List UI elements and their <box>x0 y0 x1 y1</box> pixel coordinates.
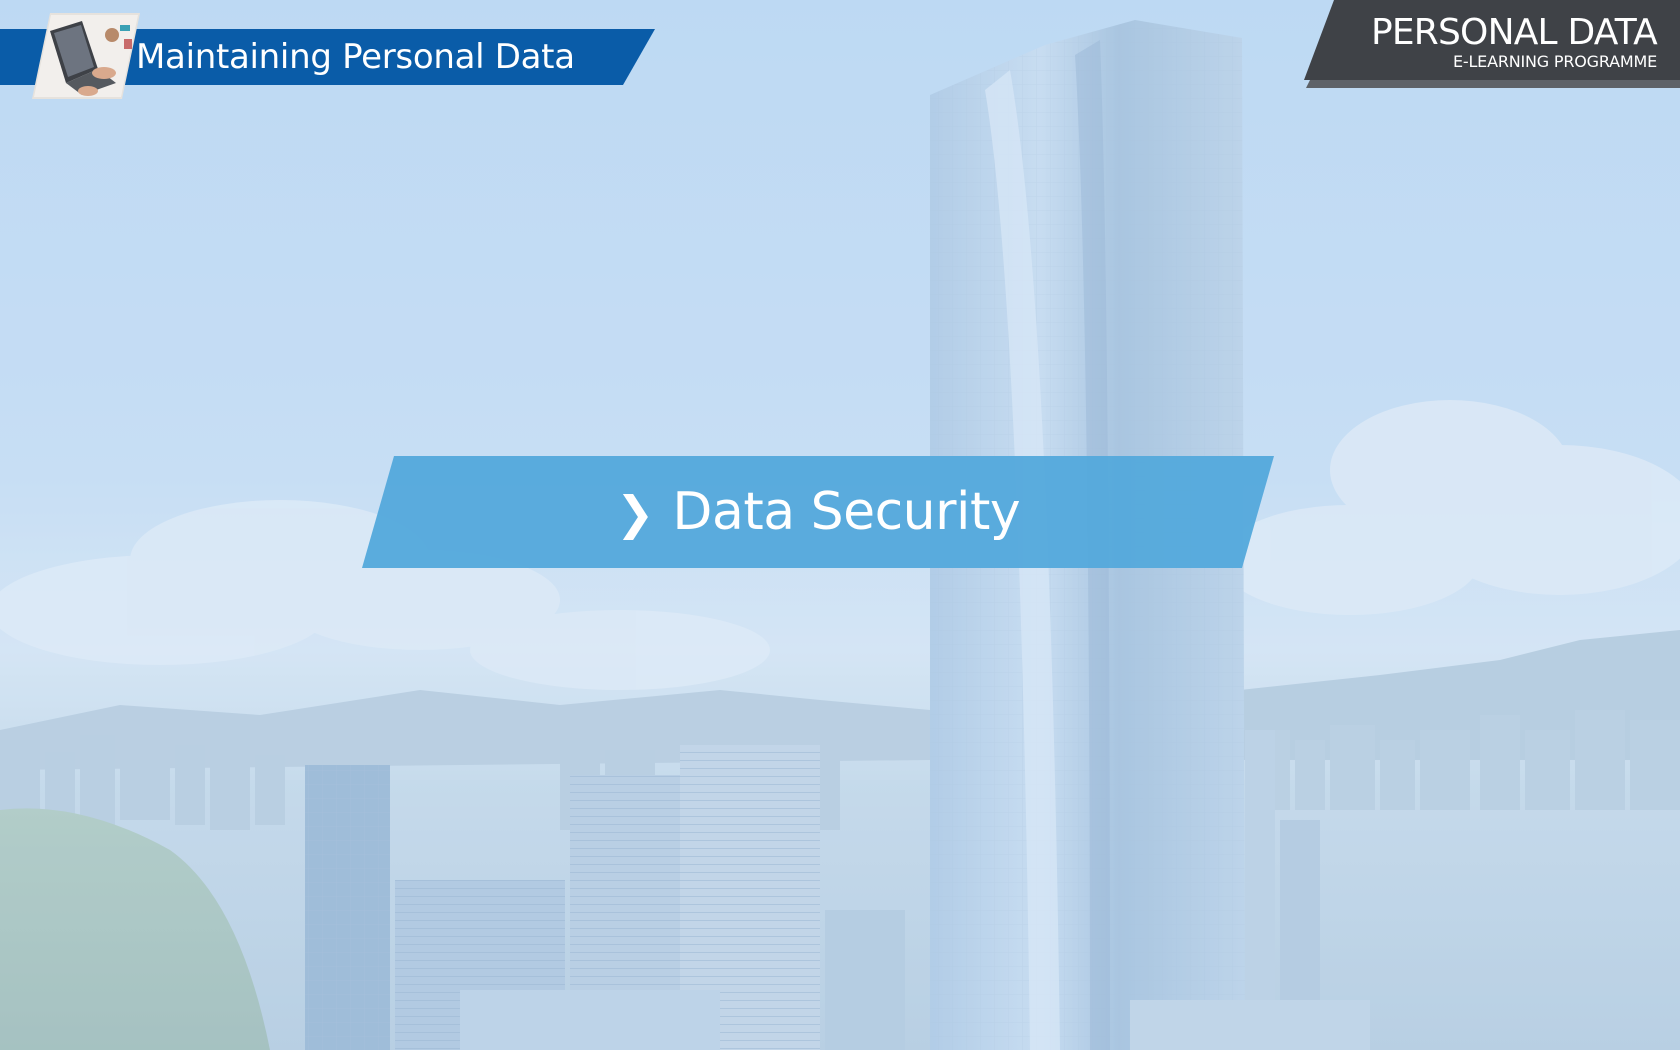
laptop-workspace-photo-icon <box>32 13 140 99</box>
brand-title: PERSONAL DATA <box>1370 12 1658 53</box>
header-banner: Maintaining Personal Data <box>0 13 655 99</box>
brand-subtitle: E-LEARNING PROGRAMME <box>1452 52 1657 71</box>
section-title: Data Security <box>672 482 1021 542</box>
section-content: ❯ Data Security <box>362 456 1274 568</box>
section-banner: ❯ Data Security <box>362 456 1274 568</box>
brand-logo: PERSONAL DATA E-LEARNING PROGRAMME <box>1304 0 1680 90</box>
chevron-right-icon: ❯ <box>615 486 655 540</box>
slide: Maintaining Personal Data PERSONAL DATA … <box>0 0 1680 1050</box>
page-title: Maintaining Personal Data <box>136 37 575 77</box>
